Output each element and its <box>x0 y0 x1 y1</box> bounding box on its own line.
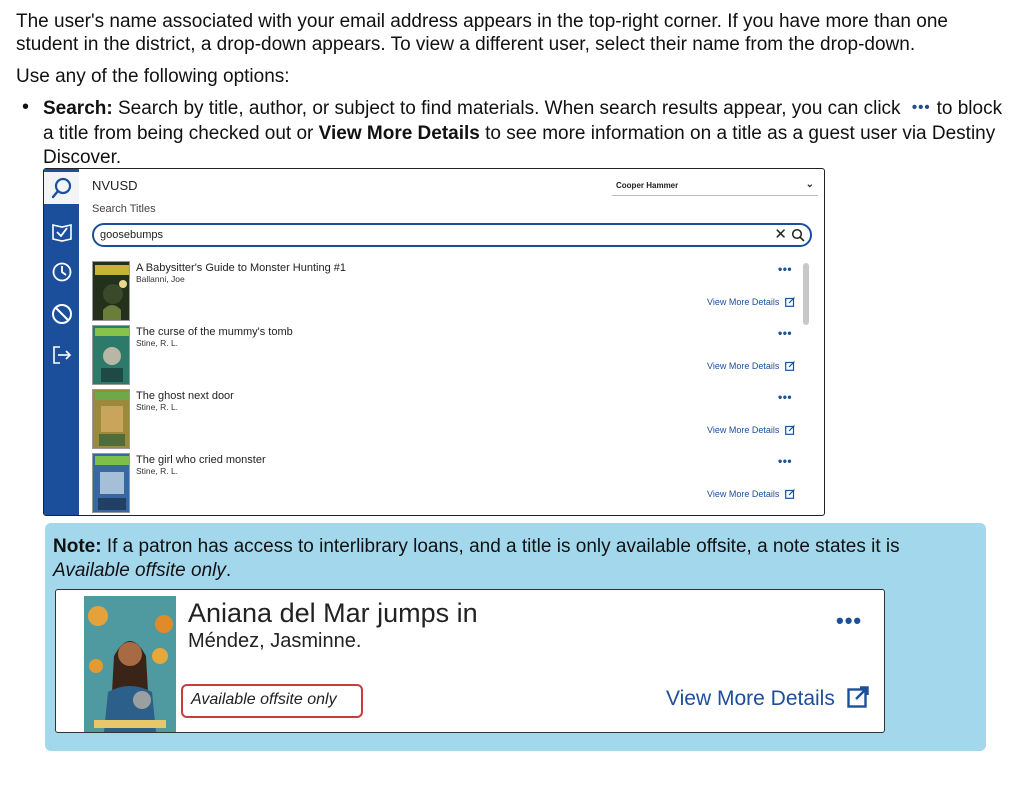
list-item: The curse of the mummy's tomb Stine, R. … <box>90 323 810 387</box>
search-label: Search Titles <box>92 203 156 215</box>
selected-user: Cooper Hammer <box>616 181 679 190</box>
note-label: Note: <box>53 536 102 557</box>
book-cover[interactable] <box>92 261 130 321</box>
book-cover[interactable] <box>92 325 130 385</box>
side-rail <box>44 169 79 515</box>
view-more-label: View More Details <box>666 687 835 710</box>
view-more-label: View More Details <box>707 297 780 307</box>
list-item: The ghost next door Stine, R. L. ••• Vie… <box>90 387 810 451</box>
note-end: . <box>225 560 232 581</box>
search-bullet: Search: Search by title, author, or subj… <box>43 97 1003 170</box>
book-check-icon <box>51 222 73 242</box>
view-more-details-link[interactable]: View More Details <box>707 361 795 373</box>
result-title[interactable]: The ghost next door <box>136 390 234 402</box>
list-item: The girl who cried monster Stine, R. L. … <box>90 451 810 515</box>
external-link-icon <box>784 425 795 437</box>
view-more-details-link[interactable]: View More Details <box>707 425 795 437</box>
book-cover[interactable] <box>84 596 176 732</box>
note-text: Note: If a patron has access to interlib… <box>53 535 963 583</box>
external-link-icon <box>784 489 795 501</box>
view-more-label: View More Details <box>707 361 780 371</box>
result-author: Stine, R. L. <box>136 402 179 412</box>
view-more-details-link[interactable]: View More Details <box>707 297 795 309</box>
external-link-icon <box>784 361 795 373</box>
search-box: ✕ <box>92 223 812 247</box>
more-options-button[interactable]: ••• <box>836 608 862 634</box>
bullet-text-a: Search by title, author, or subject to f… <box>117 98 901 119</box>
search-input[interactable] <box>100 228 760 242</box>
result-author: Stine, R. L. <box>136 338 179 348</box>
clear-icon[interactable]: ✕ <box>774 226 787 244</box>
result-title[interactable]: The girl who cried monster <box>136 454 266 466</box>
logout-icon <box>51 344 73 366</box>
view-more-details-link[interactable]: View More Details <box>666 686 869 714</box>
intro-paragraph: The user's name associated with your ema… <box>16 11 948 55</box>
destiny-app-screenshot: NVUSD Cooper Hammer ⌄ Search Titles ✕ A … <box>43 168 825 516</box>
more-options-icon: ••• <box>911 99 931 116</box>
result-title[interactable]: The curse of the mummy's tomb <box>136 326 293 338</box>
offsite-title-card: Aniana del Mar jumps in Méndez, Jasminne… <box>55 589 885 733</box>
bullet-link-term: View More Details <box>318 123 480 144</box>
results-list: A Babysitter's Guide to Monster Hunting … <box>90 259 820 515</box>
view-more-details-link[interactable]: View More Details <box>707 489 795 501</box>
rail-block-button[interactable] <box>49 301 74 326</box>
book-cover[interactable] <box>92 453 130 513</box>
rail-logout-button[interactable] <box>49 342 74 367</box>
availability-badge: Available offsite only <box>181 684 363 718</box>
external-link-icon <box>846 686 869 714</box>
view-more-label: View More Details <box>707 489 780 499</box>
book-cover[interactable] <box>92 389 130 449</box>
list-item: A Babysitter's Guide to Monster Hunting … <box>90 259 810 323</box>
more-options-button[interactable]: ••• <box>778 262 792 276</box>
options-intro: Use any of the following options: <box>16 66 290 87</box>
more-options-button[interactable]: ••• <box>778 454 792 468</box>
note-italic: Available offsite only <box>53 560 226 581</box>
chevron-down-icon: ⌄ <box>805 179 814 190</box>
history-icon <box>51 261 73 283</box>
result-title[interactable]: A Babysitter's Guide to Monster Hunting … <box>136 262 346 274</box>
note-box: Note: If a patron has access to interlib… <box>45 523 986 751</box>
blocked-icon <box>51 303 73 325</box>
bullet-term: Search: <box>43 98 113 119</box>
rail-search-button[interactable] <box>44 172 79 204</box>
rail-history-button[interactable] <box>49 259 74 284</box>
view-more-label: View More Details <box>707 425 780 435</box>
more-options-button[interactable]: ••• <box>778 390 792 404</box>
bullet-marker: • <box>22 96 30 118</box>
more-options-button[interactable]: ••• <box>778 326 792 340</box>
district-name: NVUSD <box>92 178 138 193</box>
user-dropdown[interactable]: Cooper Hammer ⌄ <box>612 178 818 196</box>
external-link-icon <box>784 297 795 309</box>
results-scrollbar[interactable] <box>803 263 809 325</box>
search-icon[interactable] <box>791 228 805 247</box>
card-title[interactable]: Aniana del Mar jumps in <box>188 598 478 629</box>
search-icon <box>51 177 73 199</box>
note-body: If a patron has access to interlibrary l… <box>106 536 900 557</box>
result-author: Ballanni, Joe <box>136 274 185 284</box>
rail-checkouts-button[interactable] <box>49 219 74 244</box>
result-author: Stine, R. L. <box>136 466 179 476</box>
card-author: Méndez, Jasminne. <box>188 630 362 652</box>
